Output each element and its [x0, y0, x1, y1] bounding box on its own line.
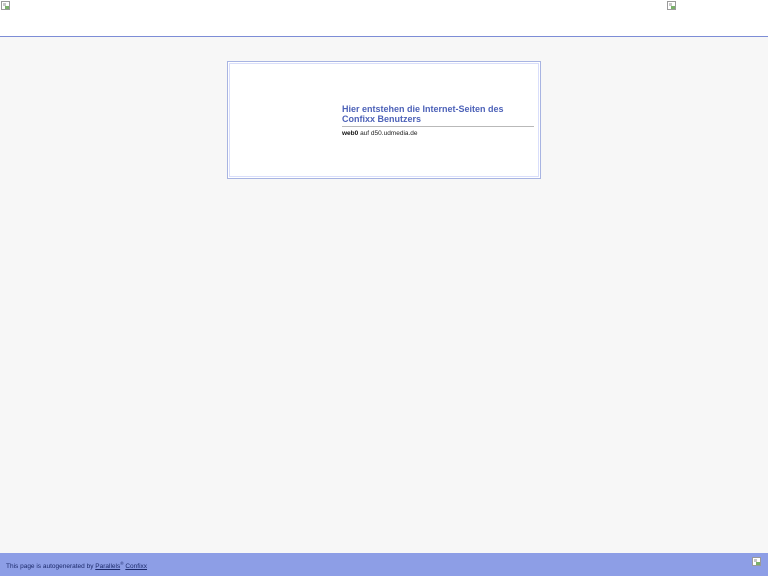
broken-image-icon	[1, 1, 10, 10]
page-title: Hier entstehen die Internet-Seiten des C…	[342, 104, 504, 124]
host-info: web0 auf d50.udmedia.de	[342, 129, 534, 138]
user-name: web0	[342, 130, 359, 137]
page-footer: This page is autogenerated by Parallels®…	[0, 553, 768, 576]
confixx-link[interactable]: Confixx	[125, 563, 147, 570]
placeholder-card: Hier entstehen die Internet-Seiten des C…	[227, 61, 541, 179]
footer-text: This page is autogenerated by Parallels®…	[6, 560, 147, 571]
host-name: d50.udmedia.de	[370, 130, 418, 137]
broken-image-icon	[667, 1, 676, 10]
parallels-link[interactable]: Parallels	[95, 563, 120, 570]
page-header	[0, 0, 768, 37]
footer-prefix: This page is autogenerated by	[6, 563, 96, 570]
connector-text: auf	[358, 130, 371, 137]
broken-image-icon	[752, 557, 761, 566]
divider	[342, 126, 534, 127]
registered-mark: ®	[120, 560, 124, 566]
